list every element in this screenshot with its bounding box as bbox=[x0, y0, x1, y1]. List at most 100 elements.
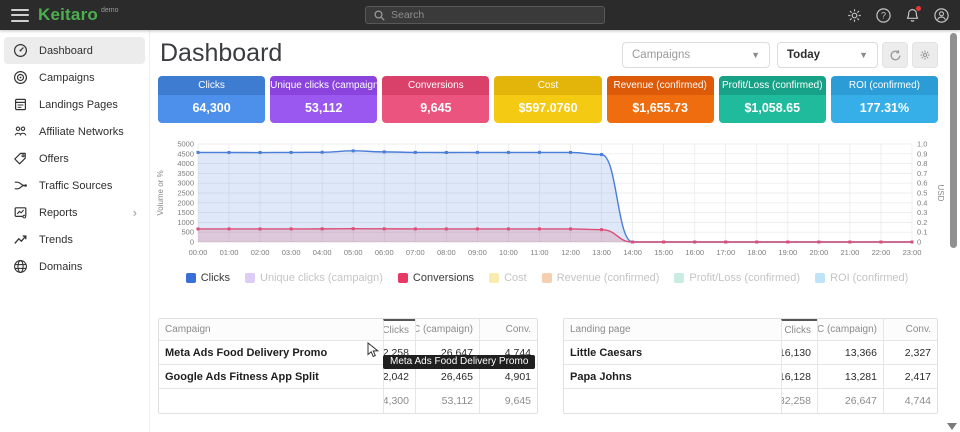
keitaro-logo[interactable]: Keitaro bbox=[38, 5, 98, 25]
column-header-conv[interactable]: Conv. bbox=[479, 319, 537, 340]
gear-icon bbox=[919, 49, 931, 61]
chevron-down-icon: ▼ bbox=[859, 50, 868, 60]
help-icon[interactable]: ? bbox=[875, 7, 892, 24]
search-input[interactable] bbox=[391, 9, 581, 21]
svg-text:20:00: 20:00 bbox=[809, 248, 828, 257]
page-scrollbar[interactable] bbox=[950, 30, 958, 432]
sidebar-item-label: Landings Pages bbox=[39, 99, 118, 111]
metric-card-value: 64,300 bbox=[158, 95, 265, 123]
global-search[interactable] bbox=[365, 6, 605, 24]
date-range-select[interactable]: Today ▼ bbox=[777, 42, 878, 68]
legend-item-unique-clicks-campaign[interactable]: Unique clicks (campaign) bbox=[245, 272, 383, 284]
sidebar-item-dashboard[interactable]: Dashboard bbox=[4, 37, 145, 64]
legend-label: Conversions bbox=[413, 272, 474, 284]
refresh-button[interactable] bbox=[882, 42, 908, 68]
legend-item-roi-confirmed[interactable]: ROI (confirmed) bbox=[815, 272, 908, 284]
legend-swatch bbox=[186, 273, 196, 283]
notifications-bell-icon[interactable] bbox=[904, 7, 921, 24]
svg-text:02:00: 02:00 bbox=[251, 248, 270, 257]
topbar: Keitaro demo ? bbox=[0, 0, 960, 30]
sidebar-item-offers[interactable]: Offers bbox=[4, 145, 145, 172]
svg-text:0.2: 0.2 bbox=[917, 218, 927, 227]
sidebar-item-traffic-sources[interactable]: Traffic Sources bbox=[4, 172, 145, 199]
reports-icon bbox=[12, 205, 28, 221]
legend-swatch bbox=[489, 273, 499, 283]
sidebar-item-landings-pages[interactable]: Landings Pages bbox=[4, 91, 145, 118]
svg-text:4500: 4500 bbox=[177, 149, 194, 158]
cell-value: 26,647 bbox=[817, 389, 883, 413]
sidebar-nav: Dashboard Campaigns Landings Pages Affiliat… bbox=[0, 30, 150, 432]
cell-name[interactable]: Little Caesars bbox=[564, 341, 781, 364]
svg-text:Volume or %: Volume or % bbox=[156, 170, 165, 215]
svg-text:1.0: 1.0 bbox=[917, 140, 927, 149]
legend-label: Clicks bbox=[201, 272, 230, 284]
user-avatar-icon[interactable] bbox=[933, 7, 950, 24]
hamburger-menu-icon[interactable] bbox=[11, 9, 29, 22]
scroll-down-arrow-icon[interactable] bbox=[947, 423, 957, 430]
traffic-chart: 0500100015002000250030003500400045005000… bbox=[150, 136, 944, 268]
metric-cards-row: Clicks64,300Unique clicks (campaign)53,1… bbox=[158, 76, 938, 123]
column-header-clicks[interactable]: Clicks bbox=[781, 319, 817, 340]
svg-text:5000: 5000 bbox=[177, 140, 194, 149]
svg-text:10:00: 10:00 bbox=[499, 248, 518, 257]
legend-swatch bbox=[542, 273, 552, 283]
legend-label: Profit/Loss (confirmed) bbox=[689, 272, 800, 284]
svg-text:500: 500 bbox=[181, 228, 194, 237]
cell-name bbox=[564, 389, 781, 413]
cell-value: 13,366 bbox=[817, 341, 883, 364]
legend-label: Revenue (confirmed) bbox=[557, 272, 660, 284]
legend-item-conversions[interactable]: Conversions bbox=[398, 272, 474, 284]
sidebar-item-label: Campaigns bbox=[39, 72, 95, 84]
column-header-clicks[interactable]: Clicks bbox=[383, 319, 415, 340]
cell-value: 64,300 bbox=[383, 389, 415, 413]
sidebar-item-affiliate-networks[interactable]: Affiliate Networks bbox=[4, 118, 145, 145]
sidebar-item-label: Dashboard bbox=[39, 45, 93, 57]
svg-text:09:00: 09:00 bbox=[468, 248, 487, 257]
landing-pages-table: Landing pageClicksUC (campaign)Conv.Litt… bbox=[563, 318, 938, 414]
cell-name[interactable]: Google Ads Fitness App Split bbox=[159, 365, 383, 388]
campaigns-filter-select[interactable]: Campaigns ▼ bbox=[622, 42, 770, 68]
column-header-landing-page[interactable]: Landing page bbox=[564, 319, 781, 340]
cell-value: 2,327 bbox=[883, 341, 937, 364]
metric-card-label: Clicks bbox=[158, 76, 265, 95]
cell-name[interactable]: Meta Ads Food Delivery Promo bbox=[159, 341, 383, 364]
legend-item-profit-loss-confirmed[interactable]: Profit/Loss (confirmed) bbox=[674, 272, 800, 284]
metric-card-value: 177.31% bbox=[831, 95, 938, 123]
svg-text:USD: USD bbox=[936, 185, 944, 202]
page-title: Dashboard bbox=[160, 39, 282, 68]
table-row[interactable]: Papa Johns16,12813,2812,417 bbox=[564, 365, 937, 389]
table-row[interactable]: Little Caesars16,13013,3662,327 bbox=[564, 341, 937, 365]
svg-text:13:00: 13:00 bbox=[592, 248, 611, 257]
svg-text:07:00: 07:00 bbox=[406, 248, 425, 257]
svg-text:05:00: 05:00 bbox=[344, 248, 363, 257]
scrollbar-thumb[interactable] bbox=[950, 33, 957, 248]
sidebar-item-trends[interactable]: Trends bbox=[4, 226, 145, 253]
svg-text:00:00: 00:00 bbox=[189, 248, 208, 257]
cell-name[interactable]: Papa Johns bbox=[564, 365, 781, 388]
landing-pages-icon bbox=[12, 97, 28, 113]
chart-legend: Clicks Unique clicks (campaign) Conversion… bbox=[150, 272, 944, 284]
svg-text:23:00: 23:00 bbox=[903, 248, 922, 257]
metric-card-label: Cost bbox=[494, 76, 601, 95]
mouse-cursor bbox=[367, 342, 380, 358]
sidebar-item-domains[interactable]: Domains bbox=[4, 253, 145, 280]
metric-card-value: 9,645 bbox=[382, 95, 489, 123]
sidebar-item-campaigns[interactable]: Campaigns bbox=[4, 64, 145, 91]
legend-item-cost[interactable]: Cost bbox=[489, 272, 527, 284]
column-header-uc-campaign[interactable]: UC (campaign) bbox=[415, 319, 479, 340]
domains-icon bbox=[12, 259, 28, 275]
dashboard-settings-button[interactable] bbox=[912, 42, 938, 68]
svg-text:01:00: 01:00 bbox=[220, 248, 239, 257]
table-footer-row: 32,25826,6474,744 bbox=[564, 389, 937, 413]
legend-item-clicks[interactable]: Clicks bbox=[186, 272, 230, 284]
settings-gear-icon[interactable] bbox=[846, 7, 863, 24]
svg-text:2500: 2500 bbox=[177, 189, 194, 198]
cell-value: 32,258 bbox=[781, 389, 817, 413]
table-header-row: Landing pageClicksUC (campaign)Conv. bbox=[564, 319, 937, 341]
legend-item-revenue-confirmed[interactable]: Revenue (confirmed) bbox=[542, 272, 660, 284]
metric-card-profit-loss-confirmed: Profit/Loss (confirmed)$1,058.65 bbox=[719, 76, 826, 123]
column-header-campaign[interactable]: Campaign bbox=[159, 319, 383, 340]
column-header-conv[interactable]: Conv. bbox=[883, 319, 937, 340]
column-header-uc-campaign[interactable]: UC (campaign) bbox=[817, 319, 883, 340]
sidebar-item-reports[interactable]: Reports› bbox=[4, 199, 145, 226]
